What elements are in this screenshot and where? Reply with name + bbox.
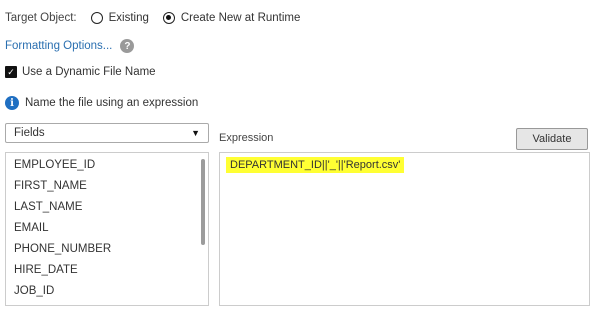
existing-radio-label[interactable]: Existing [109,12,149,24]
list-item[interactable]: JOB_ID [6,281,208,302]
existing-radio[interactable] [90,12,103,24]
list-item[interactable]: FIRST_NAME [6,176,208,197]
list-item[interactable]: EMAIL [6,218,208,239]
expression-editor[interactable]: DEPARTMENT_ID||'_'||'Report.csv' [219,152,590,306]
dynamic-file-name-row: ✓ Use a Dynamic File Name [5,64,156,80]
expression-text: DEPARTMENT_ID||'_'||'Report.csv' [226,157,405,173]
formatting-options-link[interactable]: Formatting Options... [5,40,112,52]
create-new-radio-label[interactable]: Create New at Runtime [181,12,301,24]
info-icon: i [5,96,19,110]
list-item[interactable]: EMPLOYEE_ID [6,155,208,176]
fields-list[interactable]: EMPLOYEE_ID FIRST_NAME LAST_NAME EMAIL P… [5,152,209,306]
list-item[interactable]: HIRE_DATE [6,260,208,281]
target-object-row: Target Object: Existing Create New at Ru… [5,9,300,27]
formatting-options-row: Formatting Options... ? [5,38,135,54]
dynamic-file-name-checkbox[interactable]: ✓ [5,66,17,78]
target-object-label: Target Object: [5,12,77,24]
scrollbar-thumb[interactable] [201,159,205,245]
dynamic-file-name-label[interactable]: Use a Dynamic File Name [22,66,156,78]
create-new-radio[interactable] [162,12,175,24]
expression-label: Expression [219,132,274,144]
help-icon[interactable]: ? [120,39,135,53]
fields-dropdown-value: Fields [14,127,45,139]
info-message: i Name the file using an expression [5,95,198,111]
chevron-down-icon: ▼ [191,128,200,138]
info-text: Name the file using an expression [25,97,199,109]
list-item[interactable]: LAST_NAME [6,197,208,218]
fields-dropdown[interactable]: Fields ▼ [5,123,209,143]
list-item[interactable]: PHONE_NUMBER [6,239,208,260]
validate-button[interactable]: Validate [516,128,588,150]
